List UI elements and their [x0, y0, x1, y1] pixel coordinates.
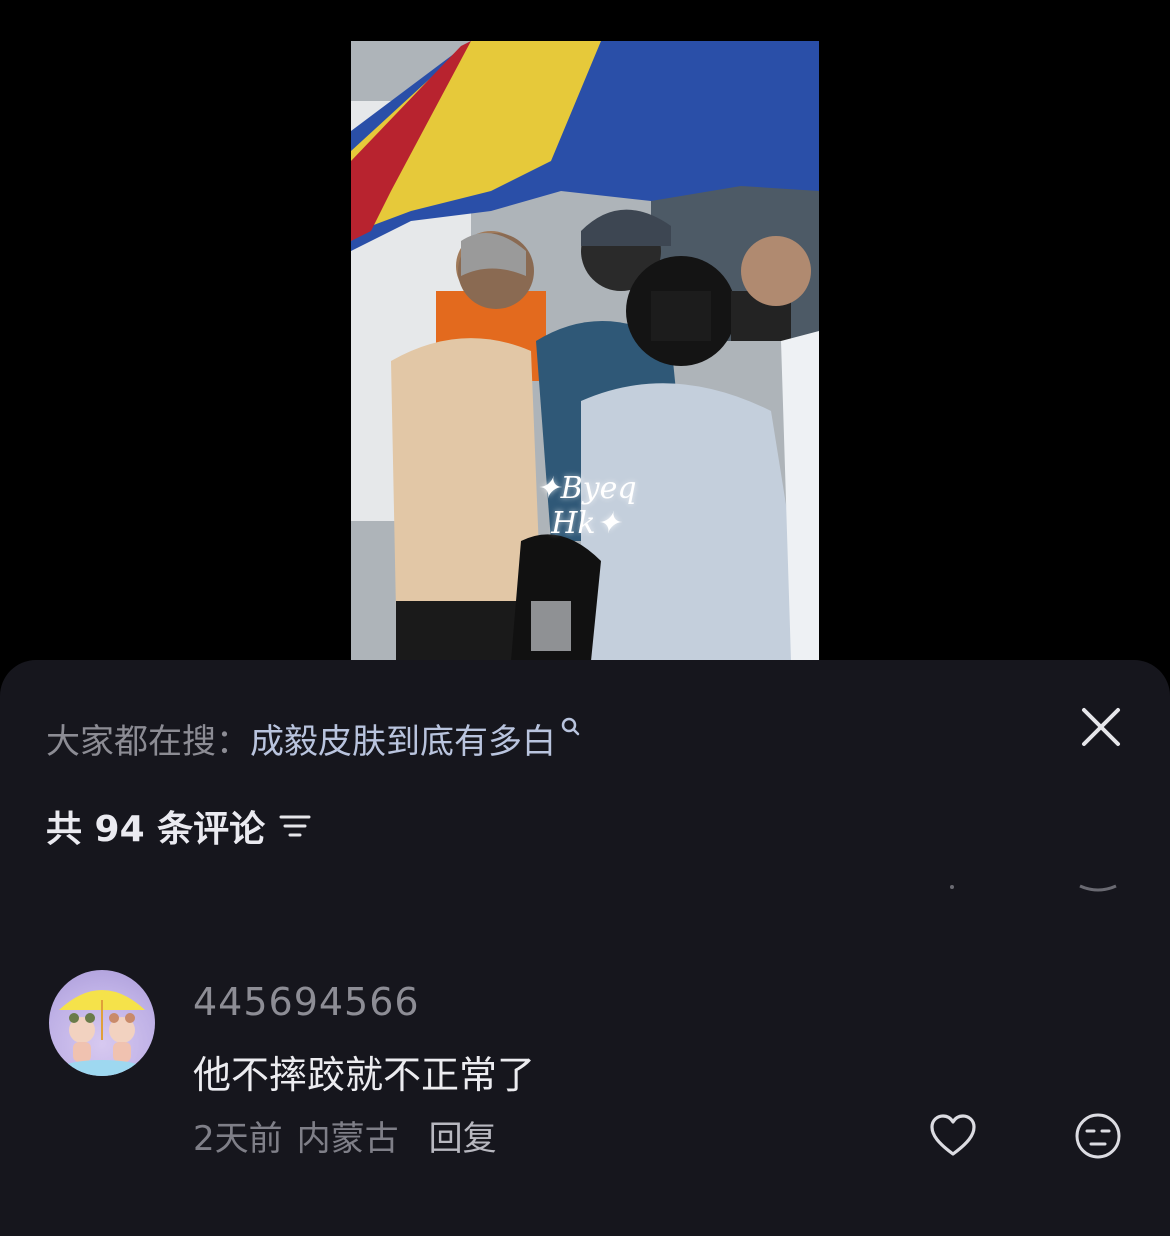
trending-search[interactable]: 大家都在搜： 成毅皮肤到底有多白 [46, 712, 582, 764]
video-frame[interactable]: ✦Byeq Hk✦ [351, 41, 819, 661]
comment-username[interactable]: 445694566 [193, 980, 420, 1024]
comment-time: 2天前 [193, 1118, 283, 1159]
emoji-face-icon[interactable] [1074, 1112, 1122, 1160]
heart-icon[interactable] [928, 1112, 978, 1160]
comment-text: 他不摔跤就不正常了 [193, 1053, 536, 1097]
close-icon[interactable] [1078, 704, 1124, 750]
trending-search-prefix: 大家都在搜： [46, 721, 250, 762]
video-player[interactable]: ✦Byeq Hk✦ [0, 0, 1170, 670]
comment-location: 内蒙古 [296, 1118, 399, 1159]
avatar-image [59, 990, 145, 1076]
comment-meta: 2天前 内蒙古 回复 [193, 1111, 497, 1160]
reply-button[interactable]: 回复 [429, 1111, 497, 1160]
trending-search-term[interactable]: 成毅皮肤到底有多白 [250, 714, 556, 763]
video-watermark: ✦Byeq Hk✦ [535, 471, 637, 541]
comments-count-label: 共 94 条评论 [46, 809, 266, 850]
video-scene-image [351, 41, 819, 661]
scrolled-content-remnant [950, 884, 1117, 892]
comments-count: 共 94 条评论 [46, 800, 311, 852]
avatar[interactable] [49, 970, 155, 1076]
search-icon [561, 717, 580, 736]
filter-lines-icon[interactable] [279, 813, 311, 839]
